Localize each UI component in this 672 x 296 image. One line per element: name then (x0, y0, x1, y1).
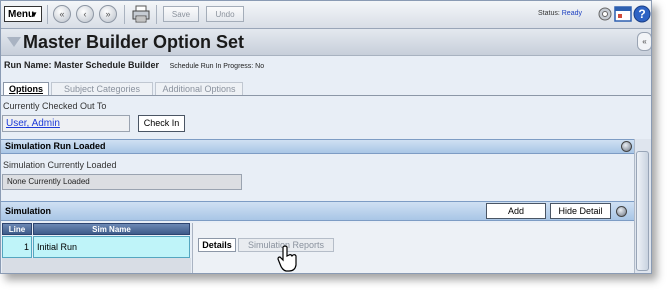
previous-record-button[interactable]: ‹ (76, 5, 94, 23)
status-value: Ready (561, 10, 582, 17)
vertical-scrollbar[interactable] (634, 139, 651, 273)
table-empty-area (2, 258, 191, 273)
toolbar-separator (124, 5, 125, 24)
window-icon[interactable] (614, 5, 632, 23)
previous-icon: ‹ (83, 9, 87, 19)
tab-details[interactable]: Details (198, 238, 236, 252)
checked-out-user-link[interactable]: User, Admin (2, 115, 130, 132)
tab-subject-categories[interactable]: Subject Categories (51, 82, 153, 95)
next-record-button[interactable]: » (99, 5, 117, 23)
title-bar: Master Builder Option Set « (1, 29, 651, 56)
menu-button[interactable]: Menu ▼ (4, 6, 42, 22)
tab-divider (1, 95, 651, 96)
tab-options[interactable]: Options (3, 82, 49, 95)
add-button[interactable]: Add (486, 203, 546, 219)
undo-button[interactable]: Undo (206, 6, 244, 22)
simulation-loaded-value: None Currently Loaded (2, 174, 242, 190)
save-button[interactable]: Save (163, 6, 199, 22)
section-options-icon[interactable] (616, 206, 627, 217)
help-icon[interactable]: ? (633, 5, 651, 23)
toolbar-separator (156, 5, 157, 24)
section-header-simulation-run: Simulation Run Loaded (1, 139, 634, 154)
settings-icon[interactable] (596, 5, 614, 23)
run-info: Run Name: Master Schedule Builder Schedu… (4, 60, 264, 70)
collapse-icon[interactable] (7, 37, 21, 47)
chevron-down-icon: ▼ (30, 10, 38, 19)
section-options-icon[interactable] (621, 141, 632, 152)
column-header-sim-name[interactable]: Sim Name (33, 223, 190, 235)
checked-out-label: Currently Checked Out To (3, 101, 107, 111)
status-label: Status: (538, 10, 560, 17)
page-title: Master Builder Option Set (23, 32, 245, 52)
run-progress: Schedule Run In Progress: No (169, 63, 265, 70)
run-name-label: Run Name: (4, 60, 52, 70)
scrollbar-thumb[interactable] (636, 151, 649, 271)
first-record-button[interactable]: « (53, 5, 71, 23)
svg-text:?: ? (638, 7, 645, 21)
simulation-loaded-label: Simulation Currently Loaded (3, 160, 117, 170)
tab-additional-options[interactable]: Additional Options (155, 82, 243, 95)
check-in-button[interactable]: Check In (138, 115, 185, 132)
section-title: Simulation Run Loaded (5, 141, 106, 151)
app-window: Menu ▼ « ‹ » Save Undo Status: Ready ? M… (0, 0, 652, 274)
status-indicator: Status: Ready (538, 10, 582, 17)
toolbar: Menu ▼ « ‹ » Save Undo Status: Ready ? (1, 1, 651, 29)
hand-cursor-icon (277, 245, 297, 272)
collapse-panel-button[interactable]: « (637, 32, 651, 51)
print-icon[interactable] (131, 4, 151, 24)
run-name-value: Master Schedule Builder (54, 60, 160, 70)
hide-detail-button[interactable]: Hide Detail (550, 203, 611, 219)
cell-line: 1 (2, 236, 32, 258)
toolbar-separator (47, 5, 48, 24)
cell-sim-name: Initial Run (33, 236, 190, 258)
column-header-line[interactable]: Line (2, 223, 32, 235)
first-icon: « (59, 9, 65, 19)
next-icon: » (105, 9, 111, 19)
section-title: Simulation (5, 206, 52, 216)
